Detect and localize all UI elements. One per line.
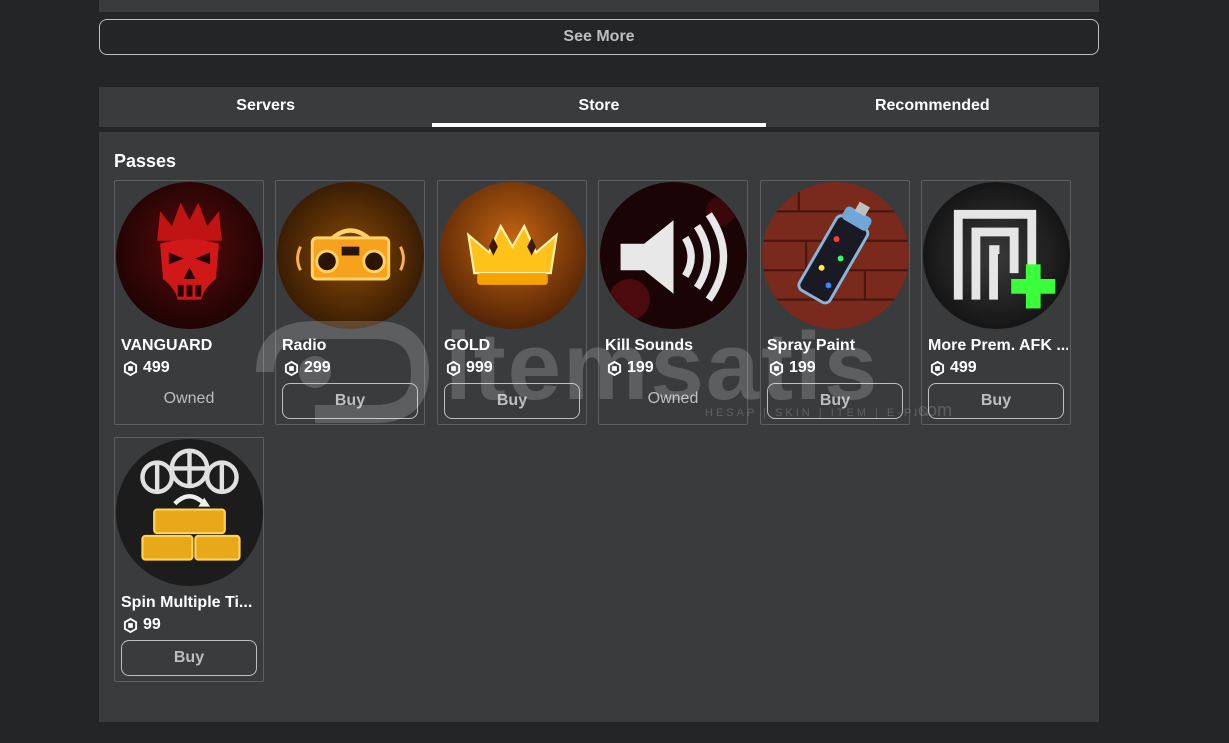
pass-card-gold[interactable]: GOLD 999 Buy — [437, 180, 587, 425]
pass-price: 299 — [284, 359, 331, 377]
spray-can-icon — [762, 182, 909, 329]
buy-button[interactable]: Buy — [928, 383, 1064, 419]
pass-price: 499 — [123, 359, 170, 377]
boombox-icon — [277, 182, 424, 329]
pass-price: 999 — [446, 359, 493, 377]
price-value: 499 — [143, 359, 170, 376]
pass-price: 499 — [930, 359, 977, 377]
pass-name: Spin Multiple Ti... — [121, 594, 253, 611]
pass-price: 199 — [769, 359, 816, 377]
pass-price: 99 — [123, 616, 161, 634]
afk-plus-icon — [923, 182, 1070, 329]
section-title: Passes — [114, 151, 177, 171]
pass-card-more-prem-afk[interactable]: More Prem. AFK ... 499 Buy — [921, 180, 1071, 425]
robux-icon — [607, 360, 622, 376]
see-more-button[interactable]: See More — [99, 19, 1099, 55]
robux-icon — [123, 617, 138, 633]
buy-button[interactable]: Buy — [444, 383, 580, 419]
pass-price: 199 — [607, 359, 654, 377]
robux-icon — [123, 360, 138, 376]
price-value: 999 — [466, 359, 493, 376]
pass-card-radio[interactable]: Radio 299 Buy — [275, 180, 425, 425]
pass-card-kill-sounds[interactable]: Kill Sounds 199 Owned — [598, 180, 748, 425]
price-value: 199 — [627, 359, 654, 376]
tab-bar: Servers Store Recommended — [99, 87, 1099, 127]
robux-icon — [769, 360, 784, 376]
pass-name: More Prem. AFK ... — [928, 337, 1068, 354]
price-value: 99 — [143, 616, 161, 633]
pass-name: Kill Sounds — [605, 337, 693, 354]
buy-button[interactable]: Buy — [767, 383, 903, 419]
tab-servers[interactable]: Servers — [99, 87, 432, 127]
price-value: 199 — [789, 359, 816, 376]
price-value: 499 — [950, 359, 977, 376]
owned-status: Owned — [647, 390, 699, 407]
pass-name: Spray Paint — [767, 337, 856, 354]
skull-crown-icon — [116, 182, 263, 329]
previous-section-panel — [99, 0, 1099, 12]
tab-store[interactable]: Store — [432, 87, 766, 127]
pass-card-spray-paint[interactable]: Spray Paint 199 Buy — [760, 180, 910, 425]
spin-crates-icon — [116, 439, 263, 586]
tab-recommended[interactable]: Recommended — [766, 87, 1099, 127]
gold-crown-icon — [439, 182, 586, 329]
robux-icon — [446, 360, 461, 376]
store-panel: Passes VANGUARD 499 Owned Radio 299 Buy … — [99, 132, 1099, 722]
owned-status: Owned — [163, 390, 215, 407]
pass-name: Radio — [282, 337, 327, 354]
pass-card-spin-multiple[interactable]: Spin Multiple Ti... 99 Buy — [114, 437, 264, 682]
buy-button[interactable]: Buy — [121, 640, 257, 676]
robux-icon — [284, 360, 299, 376]
pass-name: VANGUARD — [121, 337, 213, 354]
price-value: 299 — [304, 359, 331, 376]
robux-icon — [930, 360, 945, 376]
buy-button[interactable]: Buy — [282, 383, 418, 419]
pass-card-vanguard[interactable]: VANGUARD 499 Owned — [114, 180, 264, 425]
pass-name: GOLD — [444, 337, 491, 354]
speaker-icon — [600, 182, 747, 329]
